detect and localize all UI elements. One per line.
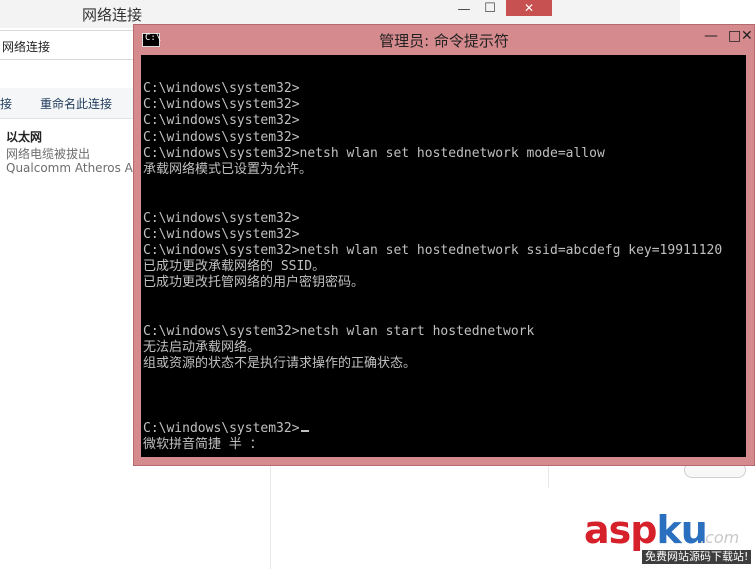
console-line: C:\windows\system32> xyxy=(143,129,300,145)
maximize-button[interactable]: □ xyxy=(728,28,741,44)
minimize-button[interactable]: — xyxy=(452,2,476,20)
command-prompt-title: 管理员: 命令提示符 xyxy=(379,32,509,50)
adapter-status: 网络电缆被拔出 xyxy=(6,147,91,161)
minimize-button[interactable]: — xyxy=(704,28,718,44)
console-line: 组或资源的状态不是执行请求操作的正确状态。 xyxy=(143,356,417,372)
console-line: C:\windows\system32> xyxy=(143,113,300,129)
watermark-asp: asp xyxy=(584,508,657,552)
divider xyxy=(270,466,271,569)
adapter-name[interactable]: 以太网 xyxy=(6,128,42,145)
text-cursor xyxy=(300,429,309,432)
watermark-logo: aspku xyxy=(584,508,708,552)
console-line: C:\windows\system32> xyxy=(143,81,300,96)
console-line: C:\windows\system32>netsh wlan set hoste… xyxy=(143,242,723,258)
console-line: C:\windows\system32> xyxy=(143,210,300,226)
console-line: C:\windows\system32>netsh wlan set hoste… xyxy=(143,145,605,161)
close-button[interactable]: ✕ xyxy=(506,0,552,16)
console-line: 已成功更改托管网络的用户密钥密码。 xyxy=(143,275,365,291)
watermark-tagline: 免费网站源码下载站! xyxy=(642,550,752,564)
watermark-domain: .com xyxy=(700,528,740,547)
toolbar-rename-button[interactable]: 重命名此连接 xyxy=(40,95,112,112)
console-line: 已成功更改承载网络的 SSID。 xyxy=(143,259,326,275)
maximize-button[interactable]: ☐ xyxy=(480,1,500,19)
console-line: 承载网络模式已设置为允许。 xyxy=(143,161,313,177)
address-bar[interactable]: 网络连接 xyxy=(0,30,136,60)
background-bottom-area xyxy=(271,466,755,488)
adapter-device: Qualcomm Atheros A xyxy=(6,161,133,175)
close-button[interactable]: ✕ xyxy=(741,28,753,44)
console-prompt: C:\windows\system32> xyxy=(143,420,300,436)
network-connections-title: 网络连接 xyxy=(82,6,143,24)
address-text: 网络连接 xyxy=(2,40,51,54)
command-toolbar: 接 重命名此连接 xyxy=(0,88,136,119)
console-line: 无法启动承载网络。 xyxy=(143,340,261,355)
console-line: C:\windows\system32>netsh wlan start hos… xyxy=(143,323,535,339)
divider xyxy=(548,466,549,488)
command-prompt-titlebar[interactable]: C:\ 管理员: 命令提示符 — □ ✕ xyxy=(134,25,754,54)
console-output[interactable]: C:\windows\system32> C:\windows\system32… xyxy=(141,55,746,457)
toolbar-connect-button[interactable]: 接 xyxy=(0,95,12,112)
command-prompt-window[interactable]: C:\ 管理员: 命令提示符 — □ ✕ C:\windows\system32… xyxy=(133,24,755,466)
console-lines: C:\windows\system32> C:\windows\system32… xyxy=(143,81,722,453)
ime-status: 微软拼音简捷 半 ： xyxy=(143,437,263,453)
console-line: C:\windows\system32> xyxy=(143,97,300,113)
console-prompt-line[interactable]: C:\windows\system32> xyxy=(143,421,722,437)
console-line: C:\windows\system32> xyxy=(143,226,300,242)
